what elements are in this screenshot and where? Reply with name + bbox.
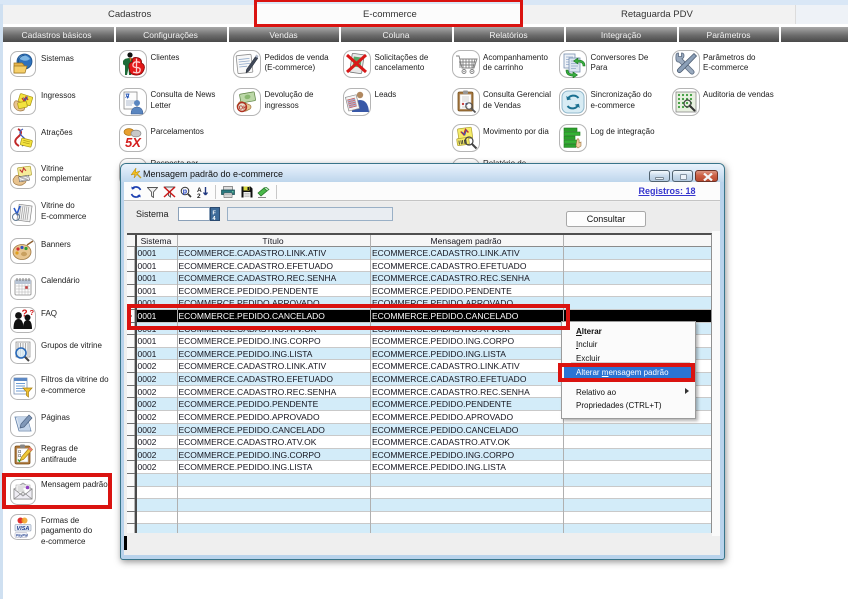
svg-text:?: ? [21, 309, 27, 320]
svg-text:PayPal: PayPal [16, 533, 29, 537]
svg-text:4: 4 [213, 216, 217, 221]
svg-text:?: ? [29, 308, 34, 317]
svg-text:5X: 5X [125, 135, 142, 150]
svg-text:A: A [125, 94, 130, 100]
svg-text:OK: OK [239, 105, 247, 111]
svg-text:2: 2 [197, 193, 201, 198]
svg-text:p: p [183, 189, 187, 196]
svg-text:VISA: VISA [16, 526, 29, 532]
